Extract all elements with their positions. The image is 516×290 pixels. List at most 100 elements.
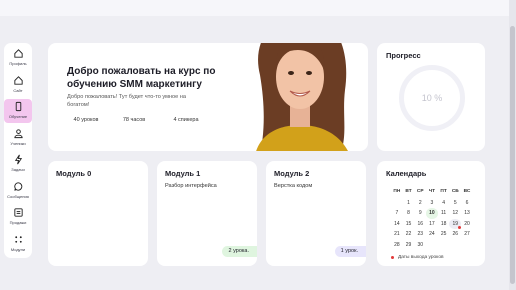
sidebar-item-label: Задачи (11, 167, 25, 172)
calendar-day[interactable]: 6 (461, 198, 473, 209)
calendar-title: Календарь (386, 169, 427, 178)
calendar-day[interactable]: 10 (426, 208, 438, 219)
user-icon (13, 128, 23, 138)
calendar-empty (438, 240, 450, 251)
calendar-day[interactable]: 16 (414, 219, 426, 230)
module-subtitle: Верстка кодом (274, 183, 313, 189)
weekday-label: ЧТ (428, 189, 436, 194)
sidebar-item-5[interactable]: Задачи (4, 152, 32, 176)
calendar-day[interactable]: 17 (426, 219, 438, 230)
sidebar-item-1[interactable]: Профиль (4, 46, 32, 70)
calendar-day[interactable]: 28 (391, 240, 403, 251)
calendar-day[interactable]: 2 (414, 198, 426, 209)
progress-ring: 10 % (399, 65, 465, 131)
calendar-week: 14 15 16 17 18 19 20 (391, 218, 473, 230)
sales-icon (13, 208, 23, 217)
calendar-day[interactable]: 18 (438, 219, 450, 230)
calendar-day[interactable]: 30 (414, 240, 426, 251)
calendar-day[interactable]: 23 (414, 229, 426, 240)
calendar-day[interactable]: 3 (426, 198, 438, 209)
calendar-day[interactable]: 21 (391, 229, 403, 240)
top-bar (0, 0, 516, 16)
calendar-day[interactable]: 7 (391, 208, 403, 219)
sidebar-item-7[interactable]: Продажи (4, 205, 32, 229)
calendar-day[interactable]: 24 (426, 229, 438, 240)
welcome-subtitle: Добро пожаловать! Тут будет что-то умное… (67, 94, 186, 108)
speakers-count-badge: 4 спикера (173, 117, 199, 123)
sidebar-item-3[interactable]: Обучение (4, 99, 32, 123)
calendar-legend: Даты выхода уроков (391, 255, 444, 260)
module-title: Модуль 1 (165, 169, 201, 178)
calendar-day[interactable]: 1 (403, 198, 415, 209)
sidebar-item-label: Сайт (13, 87, 23, 93)
calendar-week: 21 22 23 24 25 26 27 (391, 229, 473, 240)
module-subtitle: Разбор интерфейса (165, 183, 217, 189)
module-card-1[interactable]: Модуль 1 Разбор интерфейса 2 урока. (157, 161, 257, 266)
weekday-label: ВС (463, 189, 471, 194)
lessons-count-badge: 40 уроков (73, 117, 99, 123)
page-scrollbar[interactable] (509, 0, 516, 290)
calendar-empty (461, 240, 473, 251)
calendar-day[interactable]: 22 (403, 229, 415, 240)
calendar-weekdays: ПН ВТ СР ЧТ ПТ СБ ВС (391, 187, 473, 198)
legend-dot-icon (391, 256, 394, 259)
sidebar-item-4[interactable]: Ученики (4, 126, 32, 150)
weekday-label: ПН (393, 189, 401, 194)
calendar-day[interactable]: 9 (414, 208, 426, 219)
welcome-title: Добро пожаловать на курс по обучению SMM… (67, 66, 216, 90)
calendar-day[interactable]: 11 (438, 208, 450, 219)
calendar-day[interactable]: 29 (403, 240, 415, 251)
calendar-week: 7 8 9 10 11 12 13 (391, 208, 473, 219)
calendar-legend-label: Даты выхода уроков (398, 255, 444, 260)
sidebar: Профиль Сайт Обучение Ученики Задачи Сообщени… (4, 43, 32, 258)
sidebar-item-label: Профиль (9, 61, 27, 66)
weekday-label: ВТ (405, 189, 412, 194)
calendar-day[interactable]: 5 (449, 198, 461, 209)
progress-title: Прогресс (386, 51, 421, 60)
sidebar-item-8[interactable]: Модули (4, 232, 32, 256)
calendar-day[interactable]: 27 (461, 229, 473, 240)
sidebar-item-2[interactable]: Сайт (4, 73, 32, 97)
calendar-empty (426, 240, 438, 251)
weekday-label: СБ (451, 189, 459, 194)
calendar-week: 123456 (391, 198, 473, 209)
calendar-empty (449, 240, 461, 251)
calendar-card: Календарь ПН ВТ СР ЧТ ПТ СБ ВС 1 2 3 4 5 6 7 8 9 10 11 12 1… (377, 161, 485, 266)
chat-icon (13, 181, 22, 191)
sidebar-item-label: Сообщения (7, 193, 29, 199)
grid-icon (14, 235, 22, 243)
module-lessons-badge: 2 урока. (222, 246, 257, 257)
calendar-day[interactable]: 4 (438, 198, 450, 209)
calendar-day[interactable]: 14 (391, 219, 403, 230)
calendar-day[interactable]: 25 (438, 229, 450, 240)
sidebar-item-label: Продажи (9, 220, 27, 225)
sidebar-item-label: Ученики (10, 140, 26, 146)
sidebar-item-6[interactable]: Сообщения (4, 179, 32, 203)
calendar-grid: ПН ВТ СР ЧТ ПТ СБ ВС 1 2 3 4 5 6 7 8 9 10 11 12 13 14 15 16 17 1… (391, 187, 473, 250)
weekday-label: СР (416, 189, 424, 194)
mobile-icon (15, 101, 21, 112)
calendar-day[interactable]: 12 (449, 208, 461, 219)
sidebar-item-label: Модули (10, 246, 26, 252)
hours-count-badge: 78 часов (122, 117, 146, 123)
calendar-day[interactable]: 15 (403, 219, 415, 230)
calendar-empty (391, 198, 403, 209)
progress-value: 10 % (421, 93, 443, 103)
module-card-2[interactable]: Модуль 2 Верстка кодом 1 урок. (266, 161, 366, 266)
home-outline-icon (13, 75, 23, 85)
weekday-label: ПТ (440, 189, 447, 194)
module-lessons-badge: 1 урок. (334, 246, 366, 257)
calendar-day[interactable]: 20 (461, 219, 473, 230)
scrollbar-thumb[interactable] (510, 26, 515, 284)
sidebar-item-label: Обучение (8, 114, 28, 119)
lightning-icon (14, 154, 22, 165)
calendar-day[interactable]: 8 (403, 208, 415, 219)
module-card-0[interactable]: Модуль 0 (48, 161, 148, 266)
calendar-day[interactable]: 26 (449, 229, 461, 240)
module-title: Модуль 0 (56, 169, 92, 178)
module-title: Модуль 2 (274, 169, 310, 178)
calendar-day[interactable]: 19 (449, 218, 462, 229)
calendar-day[interactable]: 13 (461, 208, 473, 219)
progress-card: Прогресс 10 % (377, 43, 485, 151)
welcome-card: Добро пожаловать на курс по обучению SMM… (48, 43, 368, 151)
